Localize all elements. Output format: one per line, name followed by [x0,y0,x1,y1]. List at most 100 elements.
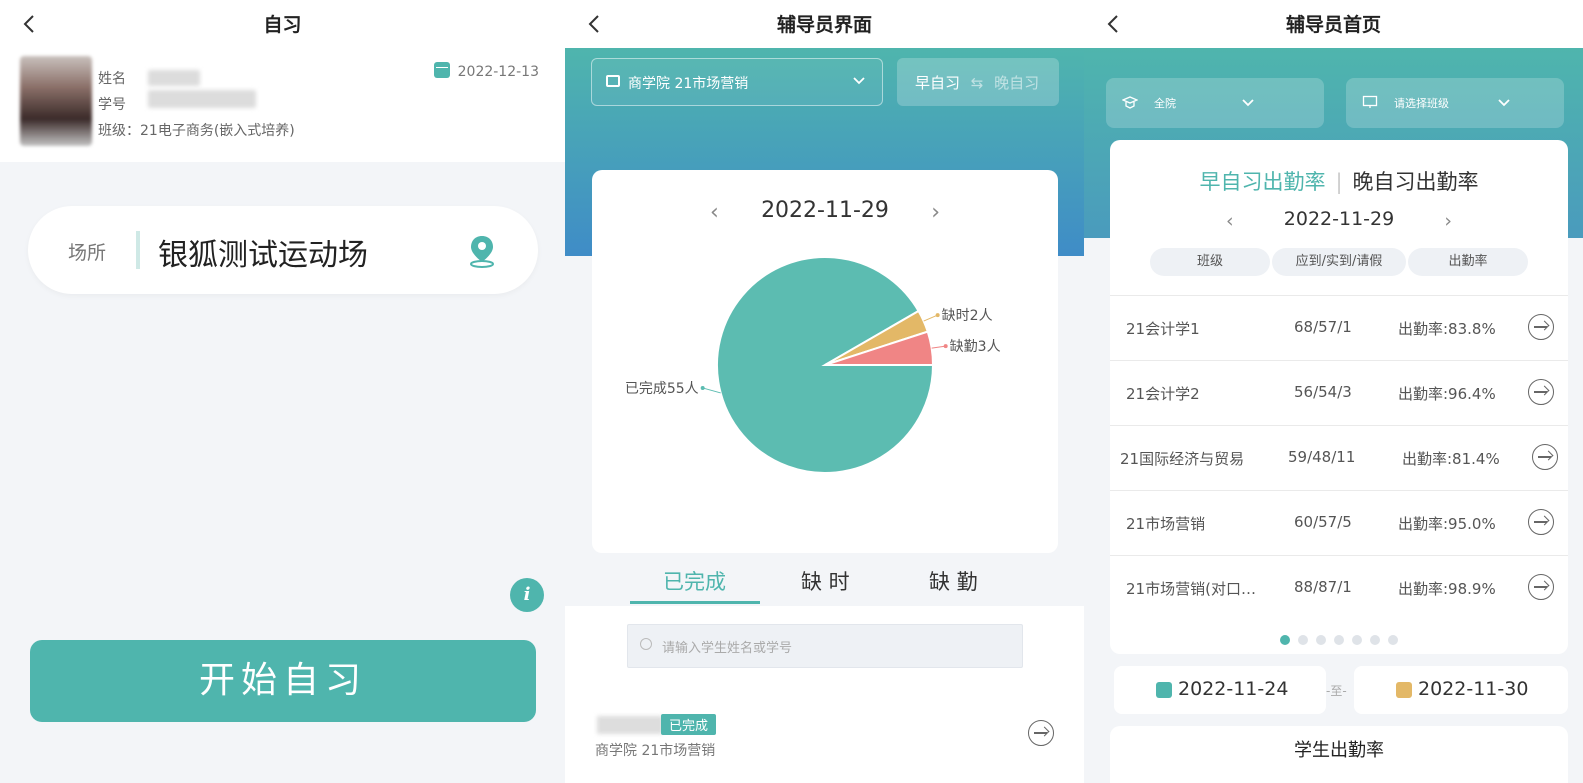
pie-chart: 已完成55人 缺时2人缺勤3人 [625,256,1001,474]
table-row[interactable]: 21市场营销(对口… 88/87/1 出勤率:98.9% [1110,555,1568,620]
student-info-card: 姓名 学号 班级：21电子商务(嵌入式培养) 2022-12-13 [0,48,565,162]
college-filter[interactable]: 全院 [1106,78,1324,128]
page-dot[interactable] [1334,635,1344,645]
page-dot[interactable] [1316,635,1326,645]
attendance-chart-card: ‹ 2022-11-29 › 已完成55人 缺时2人 缺勤3人 [592,170,1058,553]
calendar-icon [433,62,450,78]
location-pin-icon[interactable] [466,234,498,268]
class-select-value: 商学院 21市场营销 [628,76,749,92]
navbar: 辅导员界面 [565,0,1084,48]
class-info: 班级：21电子商务(嵌入式培养) [98,123,295,139]
arrow-right-circle-icon[interactable] [1528,314,1554,340]
session-toggle[interactable]: 早自习 ⇆ 晚自习 [897,58,1059,106]
arrow-right-circle-icon[interactable] [1528,574,1554,600]
start-date: 2022-11-24 [1178,678,1289,700]
class-filter-value: 请选择班级 [1394,97,1449,110]
tab-completed[interactable]: 已完成 [663,566,726,596]
search-placeholder: 请输入学生姓名或学号 [662,641,793,656]
header-rate: 出勤率 [1408,248,1528,276]
tab-evening-rate[interactable]: 晚自习出勤率 [1353,170,1479,194]
next-date-icon[interactable]: › [931,200,940,225]
tab-time-short[interactable]: 缺 时 [801,566,850,596]
student-rate-card: 学生出勤率 [1110,726,1568,783]
session-morning[interactable]: 早自习 [915,74,960,92]
pie-leader-line [923,314,938,322]
calendar-icon [1156,682,1172,698]
panel-counselor-interface: 辅导员界面 商学院 21市场营销 早自习 ⇆ 晚自习 ‹ 2022-11-29 … [565,0,1084,783]
arrow-right-circle-icon[interactable] [1532,444,1558,470]
status-tabs: 已完成 缺 时 缺 勤 [565,556,1084,606]
arrow-right-circle-icon[interactable] [1528,379,1554,405]
row-class: 21市场营销(对口… [1126,580,1256,598]
prev-date-icon[interactable]: ‹ [710,200,719,225]
venue-divider [136,231,140,269]
active-tab-indicator [630,601,760,604]
status-badge: 已完成 [661,714,717,735]
next-date-icon[interactable]: › [1444,210,1452,232]
pie-label: 缺勤3人 [950,339,1001,355]
college-filter-value: 全院 [1154,97,1176,110]
table-row[interactable]: 21市场营销 60/57/5 出勤率:95.0% [1110,490,1568,555]
header-class: 班级 [1150,248,1270,276]
pie-leader-line [702,387,721,394]
row-class: 21会计学1 [1126,320,1200,338]
class-board-icon [1362,95,1378,108]
row-counts: 68/57/1 [1294,318,1352,336]
arrow-right-circle-icon[interactable] [1528,509,1554,535]
chevron-down-icon [853,77,865,85]
student-rate-title: 学生出勤率 [1294,740,1384,761]
venue-selector[interactable]: 场所 银狐测试运动场 [28,206,538,294]
table-row[interactable]: 21会计学1 68/57/1 出勤率:83.8% [1110,295,1568,360]
tab-absent[interactable]: 缺 勤 [929,566,978,596]
pie-label: 缺时2人 [942,308,993,324]
page-dot[interactable] [1298,635,1308,645]
name-label: 姓名 [98,71,126,87]
row-rate: 出勤率:96.4% [1398,385,1496,403]
chevron-down-icon [1498,99,1510,107]
class-filter[interactable]: 请选择班级 [1346,78,1564,128]
rate-tabs: 早自习出勤率 | 晚自习出勤率 [1110,166,1568,196]
page-dot[interactable] [1352,635,1362,645]
end-date: 2022-11-30 [1418,678,1529,700]
pagination-dots [1110,630,1568,649]
row-rate: 出勤率:98.9% [1398,580,1496,598]
prev-date-icon[interactable]: ‹ [1226,210,1234,232]
navbar: 自习 [0,0,565,48]
pie-leader-dot [943,344,948,349]
header-counts: 应到/实到/请假 [1272,248,1406,276]
page-dot[interactable] [1370,635,1380,645]
session-evening[interactable]: 晚自习 [994,74,1039,92]
row-counts: 56/54/3 [1294,383,1352,401]
start-date-picker[interactable]: 2022-11-24 [1114,666,1326,714]
venue-value: 银狐测试运动场 [158,238,368,273]
range-separator: -至- [1326,684,1347,698]
venue-label: 场所 [68,242,107,264]
end-date-picker[interactable]: 2022-11-30 [1354,666,1568,714]
class-select[interactable]: 商学院 21市场营销 [591,58,883,106]
panel-self-study: 自习 姓名 学号 班级：21电子商务(嵌入式培养) 2022-12-13 场所 … [0,0,565,783]
arrow-right-circle-icon[interactable] [1028,720,1054,746]
tab-separator: | [1335,170,1343,194]
info-icon[interactable]: i [510,578,544,612]
row-counts: 59/48/11 [1288,448,1356,466]
table-row[interactable]: 21会计学2 56/54/3 出勤率:96.4% [1110,360,1568,425]
navbar: 辅导员首页 [1084,0,1583,48]
student-search-input[interactable]: 请输入学生姓名或学号 [627,624,1023,668]
page-dot[interactable] [1388,635,1398,645]
start-self-study-button[interactable]: 开始自习 [30,640,536,722]
id-redacted [148,90,256,108]
graduation-cap-icon [1122,96,1138,109]
page-title: 辅导员首页 [1285,14,1381,36]
tab-morning-rate[interactable]: 早自习出勤率 [1199,170,1325,194]
page-dot[interactable] [1280,635,1290,645]
date-text: 2022-12-13 [457,64,539,80]
swap-icon: ⇆ [970,74,984,92]
page-title: 自习 [263,14,302,36]
page-title: 辅导员界面 [776,14,872,36]
row-rate: 出勤率:81.4% [1402,450,1500,468]
current-date: 2022-11-29 [761,198,889,223]
student-list: 请输入学生姓名或学号 已完成 商学院 21市场营销 [565,606,1084,783]
row-class: 21国际经济与贸易 [1120,450,1245,468]
table-row[interactable]: 21国际经济与贸易 59/48/11 出勤率:81.4% [1110,425,1568,490]
attendance-rate-card: 早自习出勤率 | 晚自习出勤率 ‹ 2022-11-29 › 班级 应到/实到/请假… [1110,140,1568,654]
